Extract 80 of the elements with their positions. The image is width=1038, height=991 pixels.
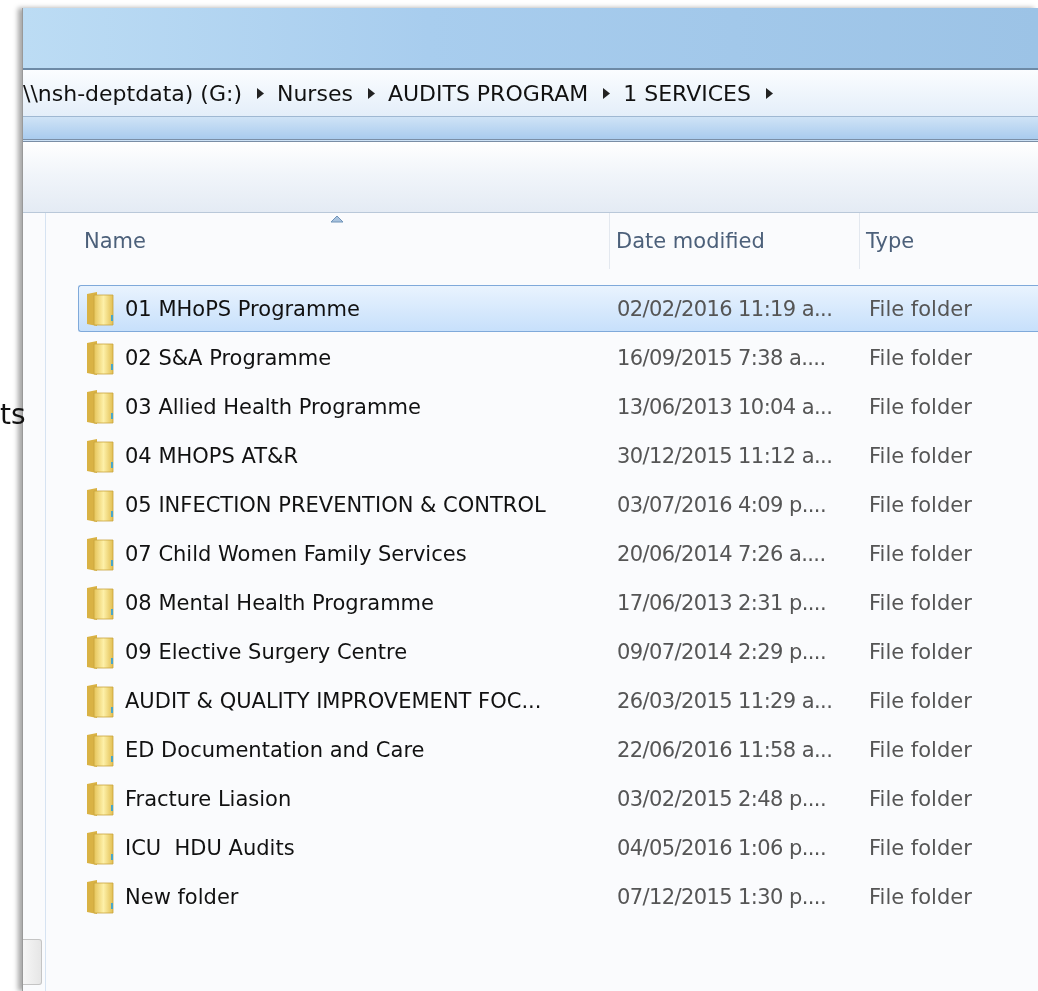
file-name: Fracture Liasion	[125, 786, 292, 811]
file-type: File folder	[868, 688, 973, 713]
file-type: File folder	[868, 394, 973, 419]
file-name: 05 INFECTION PREVENTION & CONTROL	[125, 492, 546, 517]
file-row[interactable]: Fracture Liasion 03/02/2015 2:48 p.... File folder	[78, 775, 1038, 822]
background-text: ts	[0, 398, 26, 431]
column-header[interactable]: Type	[860, 213, 1038, 269]
file-name: ED Documentation and Care	[125, 737, 425, 762]
chevron-icon[interactable]	[764, 86, 774, 100]
file-name: 07 Child Women Family Services	[125, 541, 467, 566]
file-row[interactable]: ED Documentation and Care 22/06/2016 11:58 a... File folder	[78, 726, 1038, 773]
file-type: File folder	[868, 884, 973, 909]
file-type: File folder	[868, 590, 973, 615]
chevron-icon[interactable]	[255, 86, 265, 100]
date-modified: 03/02/2015 2:48 p....	[616, 786, 827, 811]
breadcrumb-item[interactable]: Nurses	[276, 80, 353, 106]
file-name: 02 S&A Programme	[125, 345, 332, 370]
breadcrumb-item[interactable]: 1 SERVICES	[623, 80, 751, 106]
file-row[interactable]: 09 Elective Surgery Centre 09/07/2014 2:29 p.... File folder	[78, 628, 1038, 675]
date-modified: 20/06/2014 7:26 a....	[616, 541, 827, 566]
file-row[interactable]: AUDIT & QUALITY IMPROVEMENT FOC... 26/03/2015 11:29 a... File folder	[78, 677, 1038, 724]
file-row[interactable]: 07 Child Women Family Services 20/06/2014 7:26 a.... File folder	[78, 530, 1038, 577]
file-row[interactable]: 05 INFECTION PREVENTION & CONTROL 03/07/2016 4:09 p.... File folder	[78, 481, 1038, 528]
file-row[interactable]: 02 S&A Programme 16/09/2015 7:38 a.... File folder	[78, 334, 1038, 381]
folder-icon	[85, 486, 115, 523]
file-row[interactable]: 03 Allied Health Programme 13/06/2013 10:04 a... File folder	[78, 383, 1038, 430]
scrollbar-thumb[interactable]	[23, 939, 42, 985]
chevron-icon[interactable]	[366, 86, 376, 100]
date-modified: 22/06/2016 11:58 a...	[616, 737, 834, 762]
folder-icon	[85, 878, 115, 915]
file-name: ICU HDU Audits	[125, 835, 295, 860]
file-type: File folder	[868, 345, 973, 370]
sort-arrow-icon	[329, 215, 344, 223]
breadcrumb-item[interactable]: \\nsh-deptdata) (G:)	[23, 80, 242, 106]
file-name: 01 MHoPS Programme	[125, 296, 360, 321]
file-type: File folder	[868, 639, 973, 664]
folder-icon	[85, 829, 115, 866]
date-modified: 04/05/2016 1:06 p....	[616, 835, 827, 860]
date-modified: 03/07/2016 4:09 p....	[616, 492, 827, 517]
folder-icon	[85, 633, 115, 670]
column-header[interactable]: Date modified	[610, 213, 860, 269]
folder-icon	[85, 780, 115, 817]
date-modified: 16/09/2015 7:38 a....	[616, 345, 827, 370]
file-row[interactable]: 01 MHoPS Programme 02/02/2016 11:19 a... File folder	[78, 285, 1038, 332]
file-name: 04 MHOPS AT&R	[125, 443, 299, 468]
column-header[interactable]: Name	[78, 213, 610, 269]
file-type: File folder	[868, 296, 973, 321]
file-row[interactable]: ICU HDU Audits 04/05/2016 1:06 p.... File folder	[78, 824, 1038, 871]
file-type: File folder	[868, 737, 973, 762]
file-row[interactable]: 08 Mental Health Programme 17/06/2013 2:31 p.... File folder	[78, 579, 1038, 626]
folder-icon	[85, 290, 115, 327]
file-name: 03 Allied Health Programme	[125, 394, 421, 419]
chevron-icon[interactable]	[602, 86, 612, 100]
folder-icon	[85, 682, 115, 719]
file-name: 09 Elective Surgery Centre	[125, 639, 408, 664]
folder-icon	[85, 584, 115, 621]
file-row[interactable]: 04 MHOPS AT&R 30/12/2015 11:12 a... File folder	[78, 432, 1038, 479]
file-type: File folder	[868, 541, 973, 566]
folder-icon	[85, 731, 115, 768]
breadcrumb-item[interactable]: AUDITS PROGRAM	[387, 80, 589, 106]
address-bar[interactable]: \\nsh-deptdata) (G:) Nurses AUDITS PROGRAM 1 SERVICES	[23, 70, 1038, 117]
file-type: File folder	[868, 443, 973, 468]
file-type: File folder	[868, 492, 973, 517]
file-type: File folder	[868, 786, 973, 811]
file-name: 08 Mental Health Programme	[125, 590, 434, 615]
date-modified: 17/06/2013 2:31 p....	[616, 590, 827, 615]
date-modified: 30/12/2015 11:12 a...	[616, 443, 834, 468]
file-row[interactable]: New folder 07/12/2015 1:30 p.... File folder	[78, 873, 1038, 920]
folder-icon	[85, 437, 115, 474]
file-type: File folder	[868, 835, 973, 860]
file-name: AUDIT & QUALITY IMPROVEMENT FOC...	[125, 688, 542, 713]
folder-icon	[85, 339, 115, 376]
folder-icon	[85, 535, 115, 572]
date-modified: 09/07/2014 2:29 p....	[616, 639, 827, 664]
date-modified: 02/02/2016 11:19 a...	[616, 296, 834, 321]
folder-icon	[85, 388, 115, 425]
date-modified: 07/12/2015 1:30 p....	[616, 884, 827, 909]
date-modified: 13/06/2013 10:04 a...	[616, 394, 834, 419]
date-modified: 26/03/2015 11:29 a...	[616, 688, 834, 713]
file-name: New folder	[125, 884, 239, 909]
